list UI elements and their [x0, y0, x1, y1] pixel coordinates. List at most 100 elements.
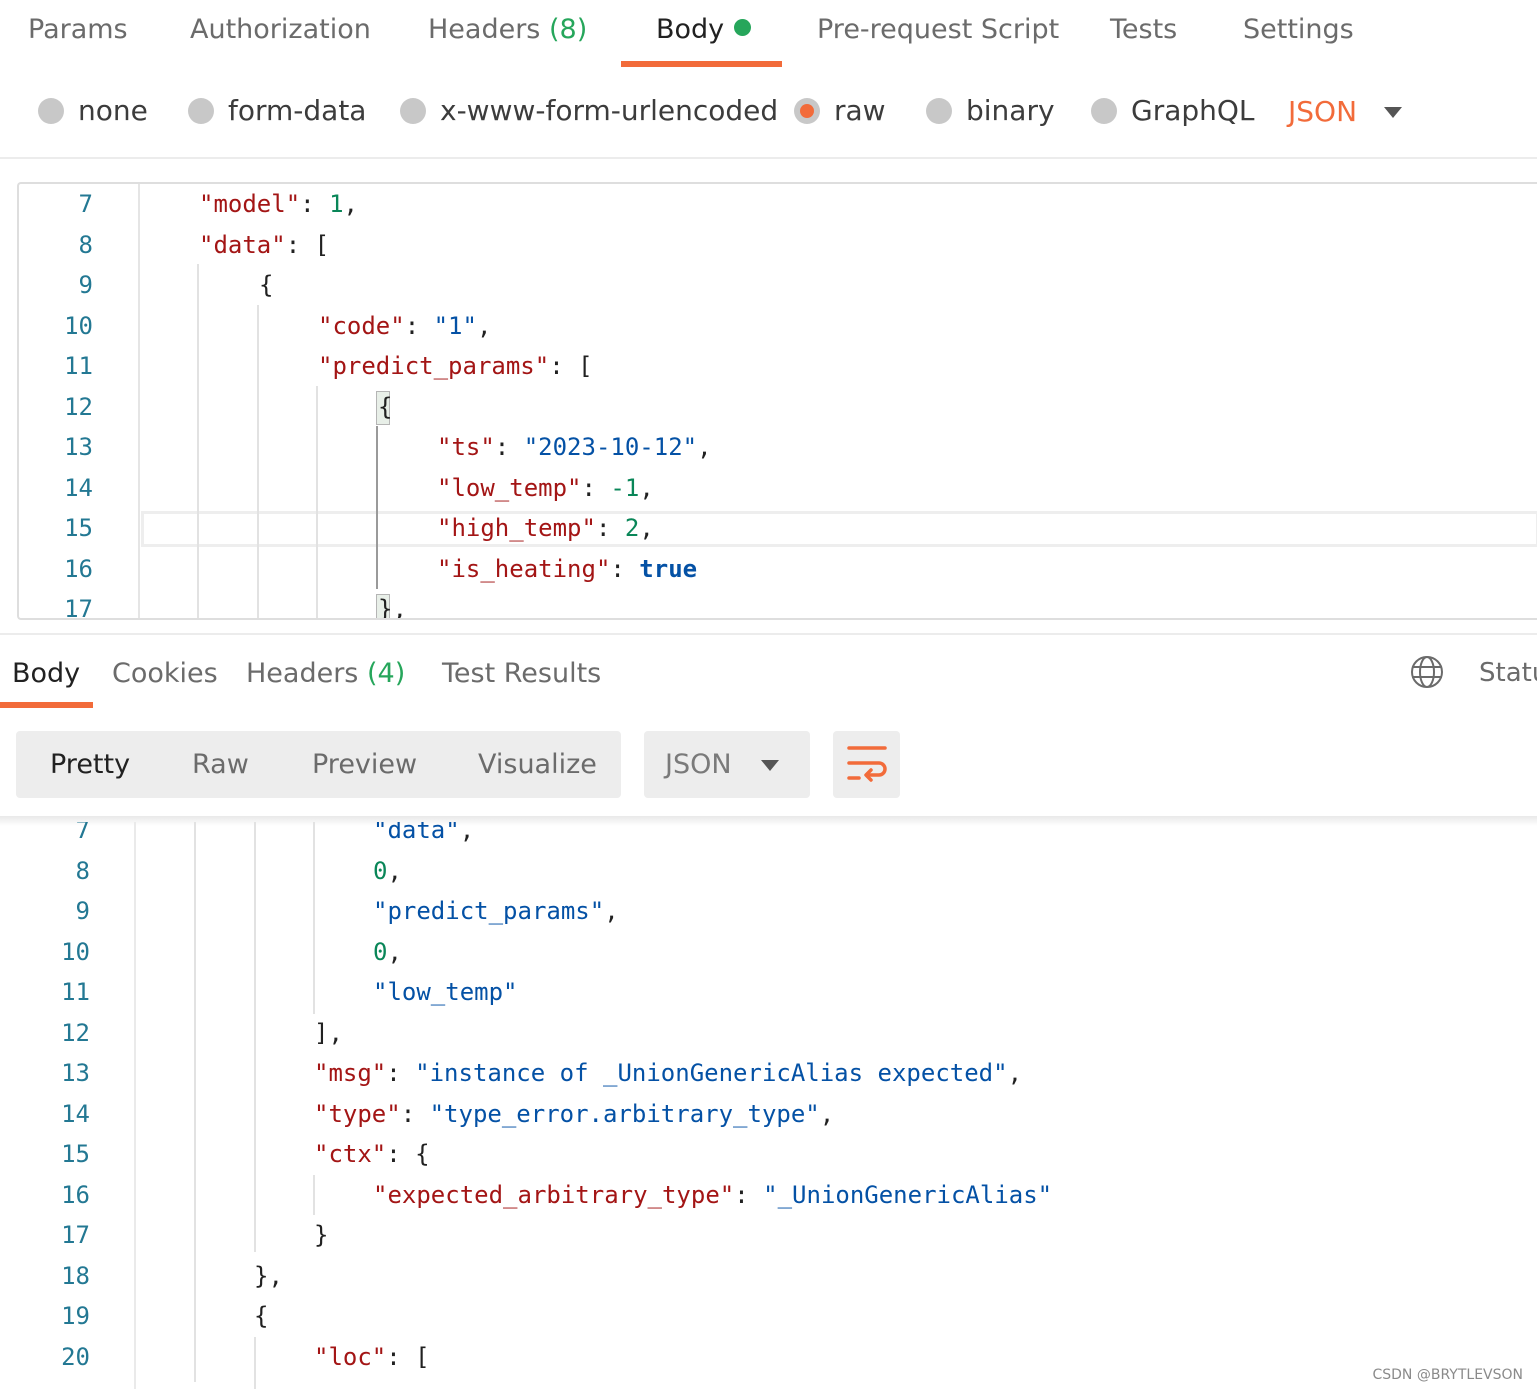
radio-label: x-www-form-urlencoded: [440, 94, 779, 127]
line-number: 8: [75, 856, 90, 885]
code-line: "ts": "2023-10-12",: [437, 433, 712, 461]
radio-graphql[interactable]: GraphQL: [1091, 94, 1255, 127]
line-number: 14: [61, 1099, 90, 1128]
radio-binary[interactable]: binary: [926, 94, 1055, 127]
tab-pre-request-script[interactable]: Pre-request Script: [817, 14, 1059, 45]
code-line: "code": "1",: [318, 311, 492, 340]
line-number: 11: [64, 352, 93, 380]
radio-label: raw: [834, 94, 886, 127]
tab-label: Test Results: [442, 658, 602, 689]
indent-guide: [197, 264, 199, 618]
radio-form-data[interactable]: form-data: [188, 94, 366, 127]
request-body-editor[interactable]: 7 "model": 1, 8 "data": [9 {10 "code": "1", 11…: [17, 182, 1537, 620]
line-number: 8: [78, 230, 93, 259]
response-tab-body[interactable]: Body: [12, 658, 80, 689]
line-number: 9: [78, 271, 93, 299]
divider: [0, 157, 1537, 159]
headers-count: (4): [366, 658, 406, 689]
gutter-divider: [134, 822, 136, 1389]
line-number: 13: [61, 1059, 90, 1087]
modified-dot-icon: [734, 19, 752, 36]
code-line: "high_temp": 2,: [437, 514, 654, 542]
tab-label: Headers: [246, 658, 359, 689]
code-line: "data": [: [199, 230, 330, 259]
code-line: },: [254, 1261, 283, 1290]
code-line: "low_temp": -1,: [437, 473, 654, 502]
wrap-lines-button[interactable]: [833, 731, 900, 798]
line-number: 13: [64, 433, 93, 461]
code-line: "data",: [373, 822, 475, 844]
radio-label: binary: [966, 94, 1055, 127]
gutter-divider: [138, 184, 140, 618]
code-line: "msg": "instance of _UnionGenericAlias e…: [314, 1059, 1023, 1087]
radio-circle-icon: [188, 98, 214, 124]
response-tab-test-results[interactable]: Test Results: [442, 658, 601, 689]
indent-guide: [313, 1175, 315, 1215]
line-number: 17: [61, 1221, 90, 1249]
tab-headers[interactable]: Headers (8): [428, 14, 587, 45]
indent-guide: [194, 822, 196, 1382]
current-line-highlight: [141, 511, 1537, 547]
view-pretty-button[interactable]: Pretty: [50, 749, 130, 780]
tab-label: Pre-request Script: [817, 14, 1060, 45]
radio-circle-icon: [1091, 98, 1117, 124]
view-visualize-button[interactable]: Visualize: [478, 749, 597, 780]
view-mode-selector: Pretty Raw Preview Visualize: [16, 731, 621, 798]
radio-selected-icon: [794, 98, 820, 124]
response-tab-headers[interactable]: Headers (4): [246, 658, 405, 689]
tab-label: Body: [656, 14, 725, 45]
line-number: 20: [61, 1342, 90, 1371]
radio-label: none: [78, 94, 148, 127]
raw-language-select[interactable]: JSON: [1288, 95, 1357, 128]
line-number: 11: [61, 978, 90, 1006]
tab-label: Authorization: [190, 14, 371, 45]
tab-label: Cookies: [112, 658, 218, 689]
code-line: }: [314, 1221, 329, 1249]
line-number: 17: [64, 595, 93, 620]
tab-authorization[interactable]: Authorization: [190, 14, 371, 45]
view-preview-button[interactable]: Preview: [312, 749, 417, 780]
line-number: 10: [61, 937, 90, 966]
line-number: 12: [61, 1018, 90, 1047]
code-line: 0,: [373, 937, 402, 966]
radio-raw[interactable]: raw: [794, 94, 886, 127]
response-format-select[interactable]: JSON: [644, 731, 810, 798]
code-line: "is_heating": true: [437, 554, 698, 583]
response-tab-cookies[interactable]: Cookies: [112, 658, 218, 689]
active-tab-indicator: [0, 702, 93, 708]
line-number: 15: [64, 514, 93, 542]
tab-settings[interactable]: Settings: [1243, 14, 1354, 45]
tab-params[interactable]: Params: [28, 14, 128, 45]
chevron-down-icon: [761, 760, 779, 771]
code-line: "ctx": {: [314, 1140, 430, 1168]
indent-guide: [257, 305, 259, 618]
code-line: ],: [314, 1018, 343, 1047]
radio-urlencoded[interactable]: x-www-form-urlencoded: [400, 94, 778, 127]
watermark: CSDN @BRYTLEVSON: [1372, 1367, 1523, 1383]
radio-none[interactable]: none: [38, 94, 148, 127]
radio-circle-icon: [926, 98, 952, 124]
radio-circle-icon: [38, 98, 64, 124]
code-line: "low_temp": [373, 978, 518, 1006]
tab-tests[interactable]: Tests: [1110, 14, 1177, 45]
format-label: JSON: [665, 749, 732, 780]
indent-guide: [316, 386, 318, 618]
chevron-down-icon[interactable]: [1384, 107, 1402, 118]
headers-count: (8): [548, 14, 588, 45]
code-line: "type": "type_error.arbitrary_type",: [314, 1099, 835, 1128]
wrap-icon: [847, 746, 887, 782]
radio-label: form-data: [228, 94, 367, 127]
code-line: "expected_arbitrary_type": "_UnionGeneri…: [373, 1180, 1053, 1209]
view-raw-button[interactable]: Raw: [192, 749, 249, 780]
code-line: 0,: [373, 856, 402, 885]
indent-guide-active: [376, 426, 378, 589]
response-tabs: Body Cookies Headers (4) Test Results: [0, 640, 1537, 708]
tab-body[interactable]: Body: [656, 14, 752, 45]
globe-icon[interactable]: [1410, 655, 1444, 689]
code-line: {: [254, 1302, 269, 1330]
response-body-viewer[interactable]: 7 "data", 8 0, 9 "predict_params", 10 0, 11 "low_…: [0, 822, 1537, 1389]
request-tabs: Params Authorization Headers (8) Body Pr…: [0, 0, 1537, 67]
code-line: "model": 1,: [199, 190, 358, 218]
code-line: "predict_params",: [373, 897, 619, 925]
line-number: 16: [61, 1180, 90, 1209]
